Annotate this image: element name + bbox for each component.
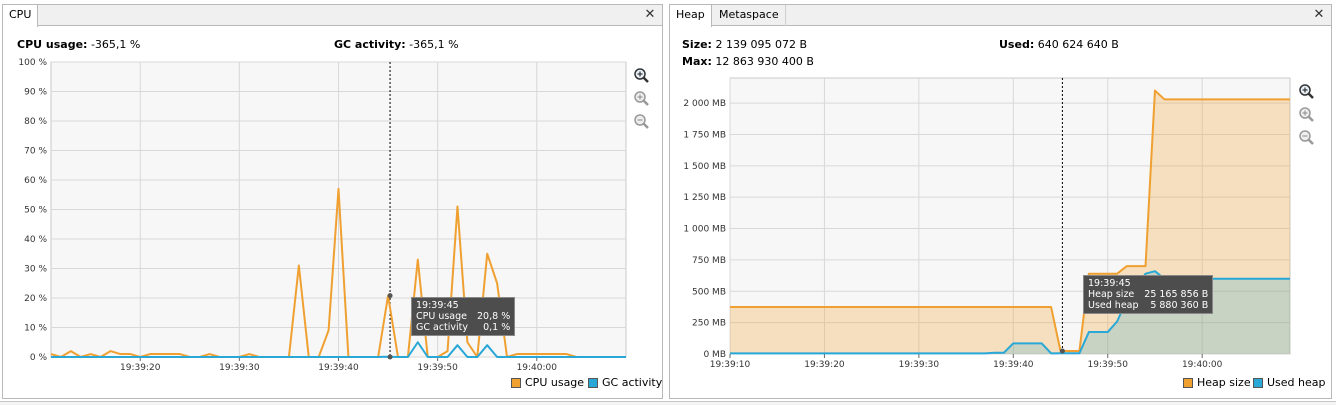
y-tick-label: 20 % bbox=[24, 294, 47, 304]
heap-size-stat: Size: 2 139 095 072 B bbox=[682, 38, 807, 51]
y-tick-label: 1 250 MB bbox=[683, 193, 726, 203]
legend-swatch bbox=[1253, 377, 1263, 388]
legend-cpu-usage: CPU usage bbox=[511, 376, 584, 389]
heap-used-value: 640 624 640 B bbox=[1037, 38, 1119, 51]
heap-used-stat: Used: 640 624 640 B bbox=[999, 38, 1119, 51]
zoom-in-icon[interactable] bbox=[1298, 83, 1316, 101]
x-tick-label: 19:39:20 bbox=[120, 363, 161, 373]
legend-swatch bbox=[588, 377, 598, 388]
gc-activity-stat: GC activity: -365,1 % bbox=[334, 38, 459, 51]
heap-tooltip-used-label: Used heap bbox=[1088, 300, 1139, 311]
x-tick-label: 19:39:40 bbox=[318, 363, 359, 373]
close-icon[interactable]: ✕ bbox=[1311, 6, 1327, 24]
legend-cpu-label: CPU usage bbox=[525, 376, 585, 389]
x-tick-label: 19:39:40 bbox=[993, 360, 1034, 370]
legend-heap-label: Heap size bbox=[1197, 376, 1251, 389]
x-tick-label: 19:40:00 bbox=[1182, 360, 1223, 370]
cpu-tooltip: 19:39:45 CPU usage 20,8 % GC activity 0,1 … bbox=[411, 297, 516, 336]
y-tick-label: 1 750 MB bbox=[683, 130, 726, 140]
zoom-reset-icon[interactable] bbox=[1298, 129, 1316, 147]
series-area-heap-size bbox=[730, 90, 1290, 354]
x-tick-label: 19:39:50 bbox=[1088, 360, 1129, 370]
cpu-chart[interactable]: 100 % 90 % 80 % 70 % 60 % 50 % 40 % 30 % 20 % 10 … bbox=[3, 5, 664, 400]
memory-tabbar: Heap Metaspace ✕ bbox=[670, 5, 1331, 27]
legend-swatch bbox=[511, 377, 521, 388]
zoom-out-icon[interactable] bbox=[633, 90, 651, 108]
x-tick-label: 19:39:50 bbox=[417, 363, 458, 373]
legend-swatch bbox=[1183, 377, 1193, 388]
cursor-point bbox=[387, 293, 393, 299]
y-tick-label: 80 % bbox=[24, 117, 47, 127]
heap-tooltip-used-value: 5 880 360 B bbox=[1150, 300, 1209, 311]
heap-tooltip-size-label: Heap size bbox=[1088, 289, 1135, 300]
x-tick-label: 19:40:00 bbox=[517, 363, 558, 373]
y-tick-label: 40 % bbox=[24, 235, 47, 245]
heap-max-label: Max: bbox=[682, 55, 712, 68]
tab-metaspace[interactable]: Metaspace bbox=[713, 5, 786, 26]
y-tick-label: 50 % bbox=[24, 206, 47, 216]
zoom-reset-icon[interactable] bbox=[633, 113, 651, 131]
cpu-panel: CPU ✕ CPU usage: -365,1 % GC activity: -… bbox=[2, 4, 663, 399]
cpu-usage-stat: CPU usage: -365,1 % bbox=[17, 38, 140, 51]
zoom-in-icon[interactable] bbox=[633, 67, 651, 85]
close-icon[interactable]: ✕ bbox=[642, 6, 658, 24]
y-tick-label: 1 000 MB bbox=[683, 225, 726, 235]
legend-used-label: Used heap bbox=[1267, 376, 1326, 389]
heap-size-label: Size: bbox=[682, 38, 712, 51]
cpu-usage-value: -365,1 % bbox=[90, 38, 141, 51]
y-tick-label: 500 MB bbox=[692, 287, 726, 297]
x-tick-label: 19:39:20 bbox=[804, 360, 845, 370]
tab-heap[interactable]: Heap bbox=[670, 5, 712, 27]
series-line-cpu-usage bbox=[50, 187, 626, 358]
cpu-tabbar: CPU ✕ bbox=[3, 5, 662, 27]
y-tick-label: 0 % bbox=[30, 353, 48, 363]
y-tick-label: 2 000 MB bbox=[683, 99, 726, 109]
cpu-tooltip-gc-value: 0,1 % bbox=[483, 322, 511, 333]
cursor-point bbox=[387, 354, 393, 360]
series-line-gc-activity bbox=[51, 341, 626, 358]
heap-tooltip-time: 19:39:45 bbox=[1088, 278, 1131, 289]
cursor-point bbox=[1059, 348, 1065, 354]
y-tick-label: 70 % bbox=[24, 147, 47, 157]
x-tick-label: 19:39:10 bbox=[710, 360, 751, 370]
cpu-usage-label: CPU usage: bbox=[17, 38, 88, 51]
plot-area bbox=[50, 61, 627, 358]
cpu-tooltip-cpu-label: CPU usage bbox=[416, 311, 468, 322]
y-tick-label: 0 MB bbox=[703, 350, 726, 360]
legend-gc-label: GC activity bbox=[602, 376, 663, 389]
y-tick-label: 100 % bbox=[18, 58, 47, 68]
legend-heap-size: Heap size bbox=[1183, 376, 1251, 389]
y-tick-label: 60 % bbox=[24, 176, 47, 186]
cpu-tooltip-gc-label: GC activity bbox=[416, 322, 469, 333]
legend-gc-activity: GC activity bbox=[588, 376, 662, 389]
heap-size-value: 2 139 095 072 B bbox=[715, 38, 807, 51]
y-tick-label: 30 % bbox=[24, 265, 47, 275]
heap-max-value: 12 863 930 400 B bbox=[715, 55, 814, 68]
y-tick-label: 250 MB bbox=[692, 319, 726, 329]
heap-tooltip: 19:39:45 Heap size 25 165 856 B Used heap… bbox=[1083, 275, 1214, 314]
x-tick-label: 19:39:30 bbox=[219, 363, 260, 373]
heap-used-label: Used: bbox=[999, 38, 1035, 51]
status-strip bbox=[0, 401, 1336, 405]
y-tick-label: 750 MB bbox=[692, 256, 726, 266]
tab-cpu[interactable]: CPU bbox=[3, 5, 39, 27]
heap-max-stat: Max: 12 863 930 400 B bbox=[682, 55, 814, 68]
cpu-tooltip-cpu-value: 20,8 % bbox=[477, 311, 511, 322]
cpu-tooltip-time: 19:39:45 bbox=[416, 300, 459, 311]
gc-activity-label: GC activity: bbox=[334, 38, 406, 51]
y-tick-label: 1 500 MB bbox=[683, 162, 726, 172]
legend-used-heap: Used heap bbox=[1253, 376, 1326, 389]
y-tick-label: 90 % bbox=[24, 88, 47, 98]
memory-panel: Heap Metaspace ✕ Size: 2 139 095 072 B U… bbox=[669, 4, 1332, 399]
zoom-out-icon[interactable] bbox=[1298, 106, 1316, 124]
gc-activity-value: -365,1 % bbox=[409, 38, 459, 51]
heap-tooltip-size-value: 25 165 856 B bbox=[1144, 289, 1209, 300]
x-tick-label: 19:39:30 bbox=[899, 360, 940, 370]
y-tick-label: 10 % bbox=[24, 324, 47, 334]
